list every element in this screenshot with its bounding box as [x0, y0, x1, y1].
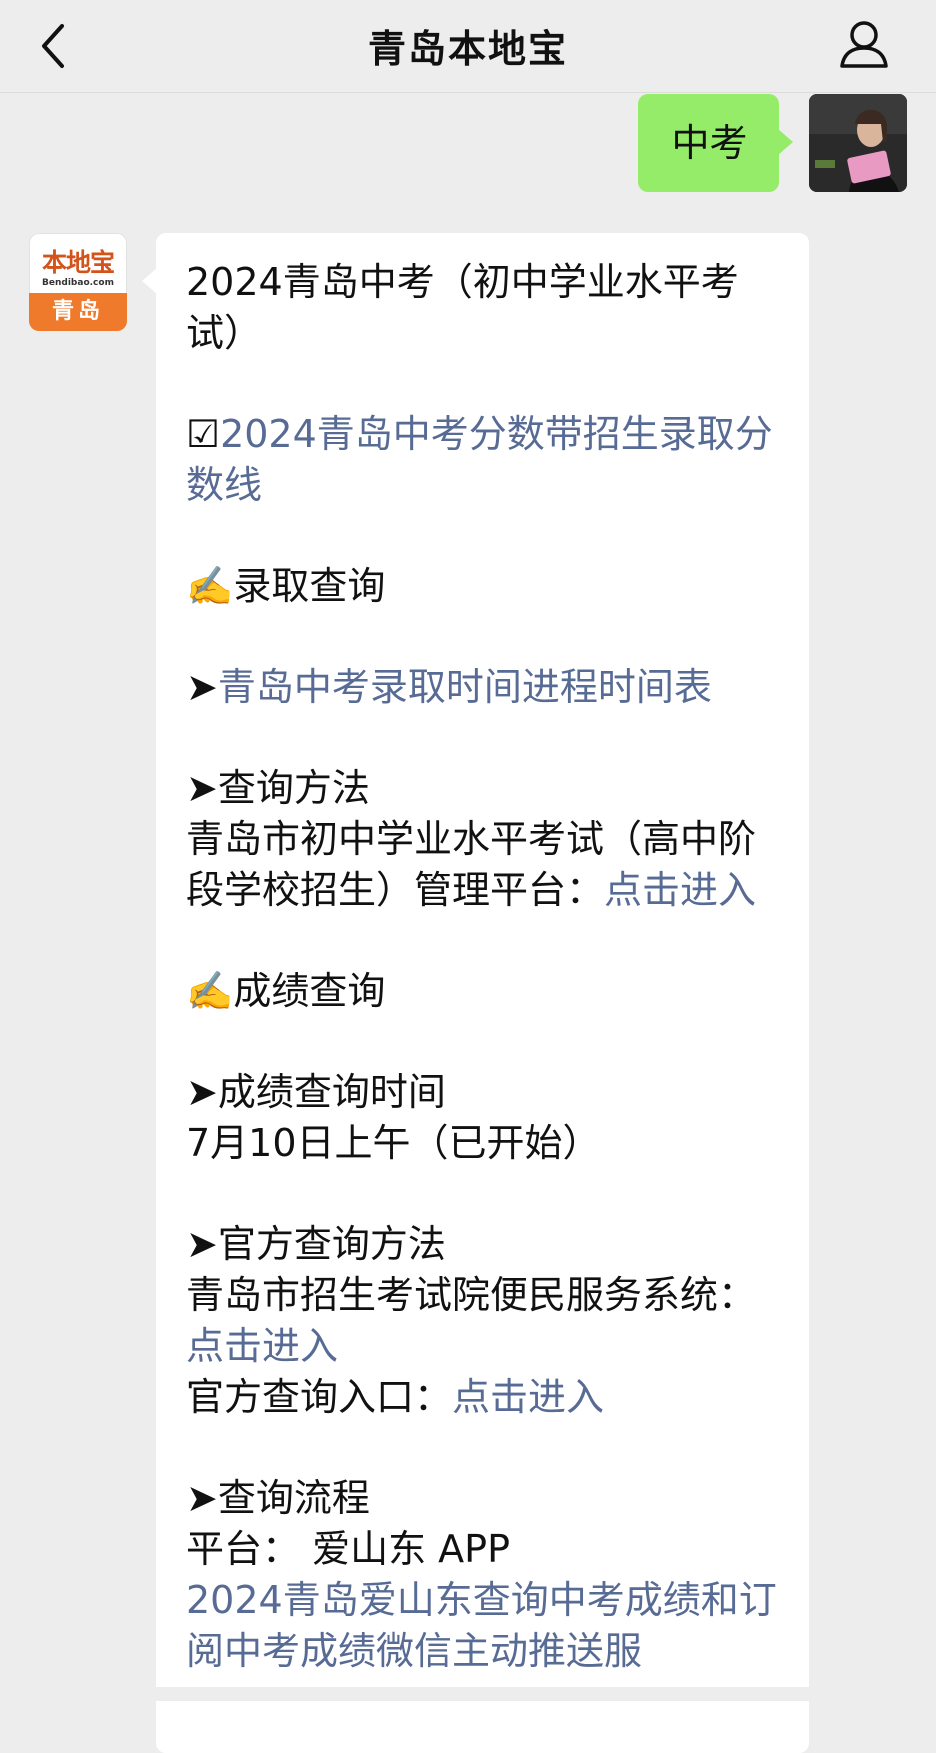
- bottom-edge: [0, 1687, 936, 1701]
- admission-schedule-line: ➤青岛中考录取时间进程时间表: [186, 662, 786, 713]
- outgoing-message-bubble[interactable]: 中考: [638, 94, 793, 192]
- user-photo: [809, 94, 907, 192]
- score-time-heading: ➤成绩查询时间: [186, 1070, 446, 1114]
- enter-link-2[interactable]: 点击进入: [186, 1324, 338, 1368]
- chat-title: 青岛本地宝: [367, 27, 568, 71]
- score-time-text: 7月10日上午（已开始）: [186, 1121, 601, 1165]
- query-method-text: 青岛市初中学业水平考试（高中阶段学校招生）管理平台：点击进入: [186, 817, 757, 912]
- official-entry-text: 官方查询入口：点击进入: [186, 1375, 605, 1419]
- arrow-icon: ➤: [186, 1222, 218, 1266]
- bot-logo-brand: 本地宝: [41, 248, 115, 277]
- admission-section-heading: ✍️录取查询: [186, 564, 386, 608]
- arrow-icon: ➤: [186, 766, 218, 810]
- enter-link-1[interactable]: 点击进入: [604, 868, 756, 912]
- message-body: 2024青岛中考（初中学业水平考试） ☑2024青岛中考分数带招生录取分数线 ✍…: [186, 257, 786, 1677]
- official-method-text: 青岛市招生考试院便民服务系统：点击进入: [186, 1273, 757, 1368]
- platform-text: 平台： 爱山东 APP: [186, 1527, 510, 1571]
- chat-info-button[interactable]: [834, 14, 894, 74]
- official-method-heading: ➤官方查询方法: [186, 1222, 446, 1266]
- admission-schedule-link[interactable]: 青岛中考录取时间进程时间表: [218, 665, 712, 709]
- query-method-heading: ➤查询方法: [186, 766, 370, 810]
- writing-hand-icon: ✍️: [186, 969, 234, 1013]
- outgoing-message-text: 中考: [671, 121, 748, 165]
- bot-logo-city: 青岛: [29, 293, 127, 331]
- message-title: 2024青岛中考（初中学业水平考试）: [186, 260, 739, 355]
- checkbox-icon: ☑: [186, 412, 221, 456]
- top-nav-bar: 青岛本地宝: [0, 0, 936, 93]
- aishandong-link[interactable]: 2024青岛爱山东查询中考成绩和订阅中考成绩微信主动推送服: [186, 1575, 786, 1677]
- score-link-line: ☑2024青岛中考分数带招生录取分数线: [186, 409, 786, 511]
- user-avatar[interactable]: [809, 94, 907, 192]
- writing-hand-icon: ✍️: [186, 564, 234, 608]
- incoming-message-bubble[interactable]: 2024青岛中考（初中学业水平考试） ☑2024青岛中考分数带招生录取分数线 ✍…: [142, 233, 809, 1753]
- process-heading: ➤查询流程: [186, 1476, 370, 1520]
- user-icon: [840, 21, 888, 68]
- scores-section-heading: ✍️成绩查询: [186, 969, 386, 1013]
- bot-avatar[interactable]: 本地宝 Bendibao.com 青岛: [29, 233, 127, 331]
- arrow-icon: ➤: [186, 1070, 218, 1114]
- arrow-icon: ➤: [186, 1476, 218, 1520]
- arrow-icon: ➤: [186, 665, 218, 709]
- enter-link-3[interactable]: 点击进入: [452, 1375, 604, 1419]
- bot-logo-site: Bendibao.com: [42, 278, 114, 288]
- score-link[interactable]: 2024青岛中考分数带招生录取分数线: [186, 412, 773, 507]
